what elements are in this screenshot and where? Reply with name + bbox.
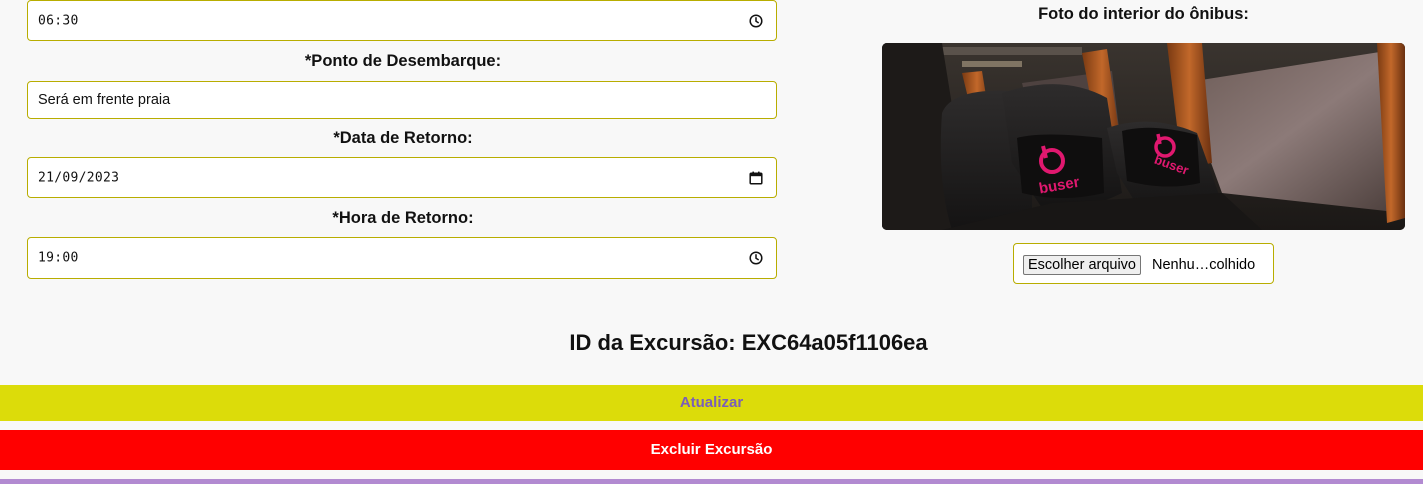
bus-photo-title: Foto do interior do ônibus: — [1038, 5, 1249, 23]
return-date-value: 21/09/2023 — [38, 170, 120, 185]
dropoff-point-label: *Ponto de Desembarque: — [304, 52, 502, 70]
bottom-divider — [0, 479, 1423, 484]
return-time-input[interactable]: 19:00 — [27, 237, 777, 279]
bus-interior-photo: buser buser — [882, 43, 1405, 230]
file-status-text: Nenhu…colhido — [1152, 257, 1256, 273]
clock-icon[interactable] — [748, 13, 764, 29]
return-date-label: *Data de Retorno: — [333, 129, 473, 147]
delete-excursion-button[interactable]: Excluir Excursão — [0, 430, 1423, 470]
photo-file-picker[interactable]: Escolher arquivo Nenhu…colhido — [1013, 243, 1274, 284]
bus-interior-illustration: buser buser — [882, 43, 1405, 230]
departure-time-input[interactable]: 06:30 — [27, 0, 777, 41]
calendar-icon[interactable] — [748, 170, 764, 186]
dropoff-point-input[interactable]: Será em frente praia — [27, 81, 777, 119]
update-button[interactable]: Atualizar — [0, 385, 1423, 421]
choose-file-button[interactable]: Escolher arquivo — [1023, 255, 1141, 275]
return-time-label: *Hora de Retorno: — [332, 209, 474, 227]
clock-icon[interactable] — [748, 250, 764, 266]
departure-time-value: 06:30 — [38, 13, 79, 28]
excursion-id-heading: ID da Excursão: EXC64a05f1106ea — [569, 330, 928, 355]
return-date-input[interactable]: 21/09/2023 — [27, 157, 777, 198]
return-time-value: 19:00 — [38, 250, 79, 266]
dropoff-point-value: Será em frente praia — [38, 92, 171, 108]
